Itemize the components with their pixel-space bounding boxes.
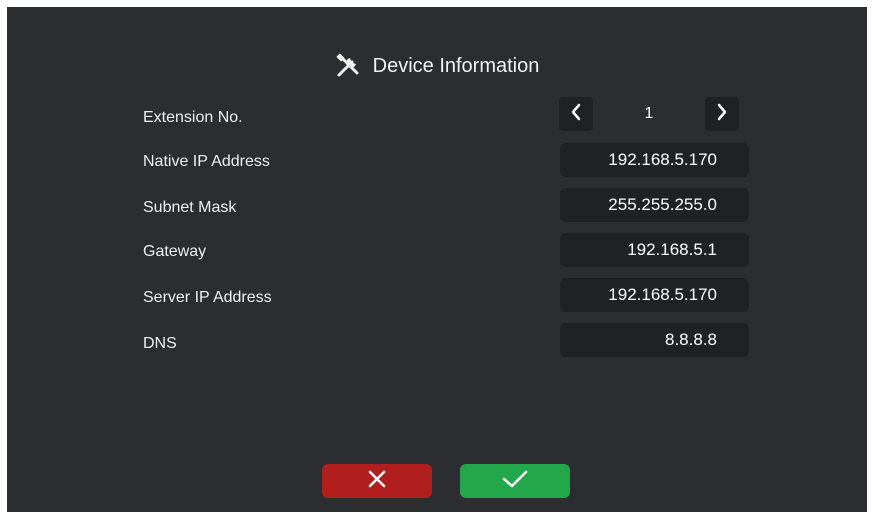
dns-field[interactable]: 8.8.8.8 bbox=[560, 323, 749, 357]
server-ip-field[interactable]: 192.168.5.170 bbox=[560, 278, 749, 312]
check-icon bbox=[501, 468, 529, 495]
server-ip-label: Server IP Address bbox=[143, 289, 272, 306]
tools-icon bbox=[335, 53, 361, 79]
subnet-mask-field[interactable]: 255.255.255.0 bbox=[560, 188, 749, 222]
cancel-button[interactable] bbox=[322, 464, 432, 498]
chevron-right-icon bbox=[715, 103, 729, 126]
page-title: Device Information bbox=[7, 53, 867, 79]
extension-no-label: Extension No. bbox=[143, 109, 243, 126]
page-title-text: Device Information bbox=[372, 54, 540, 77]
subnet-mask-label: Subnet Mask bbox=[143, 199, 237, 216]
chevron-left-icon bbox=[569, 103, 583, 126]
native-ip-label: Native IP Address bbox=[143, 153, 270, 170]
close-icon bbox=[366, 468, 388, 495]
native-ip-field[interactable]: 192.168.5.170 bbox=[560, 143, 749, 177]
gateway-field[interactable]: 192.168.5.1 bbox=[560, 233, 749, 267]
dns-label: DNS bbox=[143, 335, 177, 352]
extension-no-stepper: 1 bbox=[559, 97, 741, 131]
extension-prev-button[interactable] bbox=[559, 97, 593, 131]
extension-next-button[interactable] bbox=[705, 97, 739, 131]
device-information-screen: Device Information Extension No. 1 Nativ… bbox=[7, 7, 867, 512]
gateway-label: Gateway bbox=[143, 243, 207, 260]
confirm-button[interactable] bbox=[460, 464, 570, 498]
extension-no-value: 1 bbox=[644, 105, 654, 122]
